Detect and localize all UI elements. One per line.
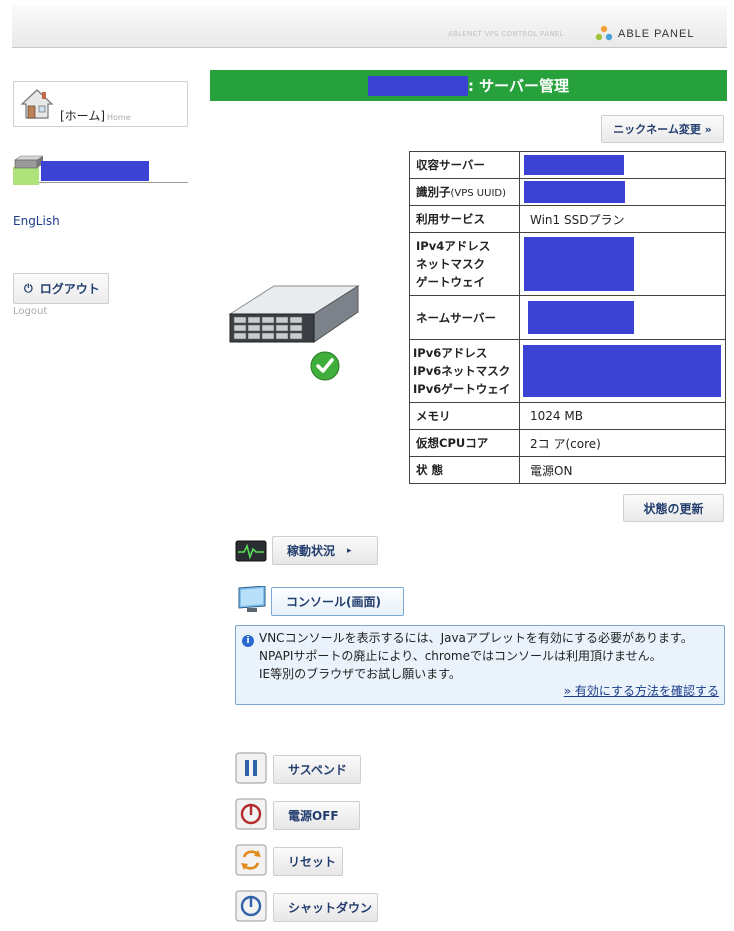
- home-sublabel: Home: [107, 113, 131, 122]
- logo-text: ABLE PANEL: [618, 28, 695, 40]
- row-key: 状 態: [409, 456, 520, 484]
- row-key: 収容サーバー: [409, 151, 520, 179]
- table-row: IPv6アドレス IPv6ネットマスク IPv6ゲートウェイ: [409, 339, 726, 403]
- table-row: 識別子(VPS UUID): [409, 178, 726, 206]
- row-key: IPv6アドレス IPv6ネットマスク IPv6ゲートウェイ: [409, 339, 520, 403]
- logout-sublabel: Logout: [13, 306, 48, 317]
- sidebar-server-item[interactable]: [13, 153, 188, 185]
- console-notice: i VNCコンソールを表示するには、Javaアプレットを有効にする必要があります。…: [235, 625, 725, 705]
- english-link[interactable]: EngLish: [13, 214, 60, 228]
- monitor-pulse-icon: [235, 540, 267, 562]
- home-label: [ホーム] Home: [60, 109, 131, 123]
- power-icon: ⏻: [24, 281, 33, 295]
- nickname-change-button[interactable]: ニックネーム変更 »: [601, 115, 724, 143]
- row-value: Win1 SSDプラン: [519, 205, 726, 233]
- table-row: 収容サーバー: [409, 151, 726, 179]
- row-key: メモリ: [409, 402, 520, 430]
- row-value: [519, 151, 726, 179]
- server-name-redacted: [367, 75, 468, 96]
- power-off-button[interactable]: 電源OFF: [273, 801, 360, 830]
- status-update-button[interactable]: 状態の更新: [623, 494, 724, 522]
- logout-label: ログアウト: [39, 282, 100, 296]
- row-value: [519, 295, 726, 340]
- table-row: 仮想CPUコア 2コ ア(core): [409, 429, 726, 457]
- shutdown-button[interactable]: シャットダウン: [273, 893, 378, 922]
- table-row: ネームサーバー: [409, 295, 726, 340]
- notice-line: VNCコンソールを表示するには、Javaアプレットを有効にする必要があります。: [259, 631, 693, 645]
- row-key: 識別子(VPS UUID): [409, 178, 520, 206]
- page-title-text: : サーバー管理: [467, 77, 570, 95]
- redacted-value: [528, 301, 634, 334]
- reset-button[interactable]: リセット: [273, 847, 343, 876]
- console-button[interactable]: コンソール(画面): [271, 587, 404, 616]
- table-row: 利用サービス Win1 SSDプラン: [409, 205, 726, 233]
- server-info-table: 収容サーバー 識別子(VPS UUID) 利用サービス Win1 SSDプラン …: [409, 151, 726, 484]
- operation-status-button[interactable]: 稼動状況 ▸: [272, 536, 378, 565]
- logo-dots-icon: [595, 25, 613, 41]
- row-key: 仮想CPUコア: [409, 429, 520, 457]
- pause-icon: [235, 752, 267, 784]
- check-icon: [310, 351, 340, 381]
- house-icon: [20, 89, 54, 119]
- redacted-value: [524, 155, 624, 175]
- shutdown-icon: [235, 890, 267, 922]
- row-value: 2コ ア(core): [519, 429, 726, 457]
- redacted-value: [524, 237, 634, 291]
- row-value: 電源ON: [519, 456, 726, 484]
- enable-howto-link[interactable]: » 有効にする方法を確認する: [564, 682, 719, 700]
- suspend-button[interactable]: サスペンド: [273, 755, 361, 784]
- notice-line: IE等別のブラウザでお試し願います。: [259, 667, 461, 681]
- server-icon: [14, 155, 43, 169]
- able-panel-logo: ABLE PANEL: [594, 24, 694, 44]
- logout-button[interactable]: ⏻ ログアウト: [13, 273, 109, 304]
- row-value: [519, 339, 726, 403]
- server-status-highlight: [13, 167, 39, 185]
- info-icon: i: [242, 635, 254, 647]
- server-name-redacted: [41, 161, 149, 181]
- chevron-right-icon: ▸: [347, 545, 352, 556]
- redacted-value: [524, 181, 625, 203]
- table-row: 状 態 電源ON: [409, 456, 726, 484]
- row-value: [519, 232, 726, 296]
- redacted-value: [523, 345, 721, 397]
- header-bar: ABLENET VPS CONTROL PANEL ABLE PANEL: [12, 6, 727, 48]
- row-key: 利用サービス: [409, 205, 520, 233]
- reset-icon: [235, 844, 267, 876]
- power-off-icon: [235, 798, 267, 830]
- row-value: 1024 MB: [519, 402, 726, 430]
- server-image: [228, 285, 360, 381]
- table-row: IPv4アドレス ネットマスク ゲートウェイ: [409, 232, 726, 296]
- row-value: [519, 178, 726, 206]
- display-icon: [238, 586, 266, 612]
- row-key: IPv4アドレス ネットマスク ゲートウェイ: [409, 232, 520, 296]
- table-row: メモリ 1024 MB: [409, 402, 726, 430]
- home-link[interactable]: [ホーム] Home: [13, 81, 188, 127]
- row-key: ネームサーバー: [409, 295, 520, 340]
- operation-status-label: 稼動状況: [287, 544, 336, 558]
- notice-line: NPAPIサポートの廃止により、chromeではコンソールは利用頂けません。: [259, 649, 662, 663]
- header-tagline: ABLENET VPS CONTROL PANEL: [448, 30, 564, 38]
- page-title: : サーバー管理: [210, 70, 727, 101]
